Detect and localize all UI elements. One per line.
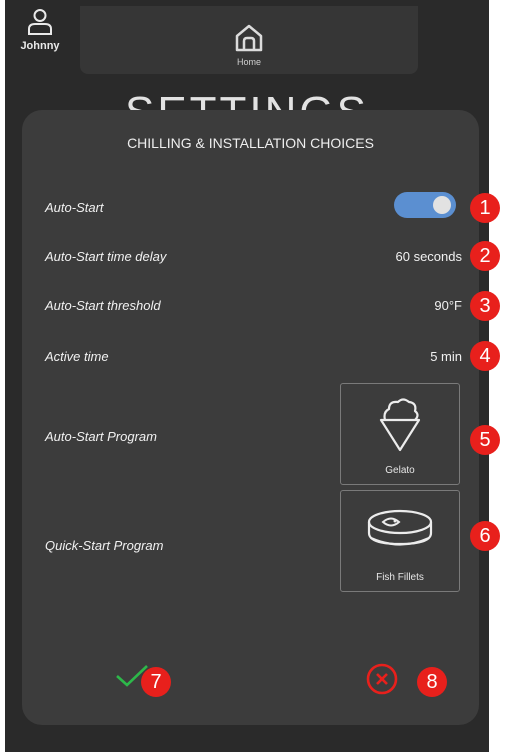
callout-badge-7: 7 (141, 667, 171, 697)
active-time-value[interactable]: 5 min (430, 349, 462, 364)
auto-start-program-label: Auto-Start Program (45, 429, 157, 444)
auto-start-delay-value[interactable]: 60 seconds (396, 249, 463, 264)
auto-start-threshold-label: Auto-Start threshold (45, 298, 161, 313)
auto-start-program-card[interactable]: Gelato (340, 383, 460, 485)
home-tab[interactable]: Home (80, 6, 418, 74)
settings-dialog: CHILLING & INSTALLATION CHOICES Auto-Sta… (22, 110, 479, 725)
callout-badge-1: 1 (470, 193, 500, 223)
auto-start-toggle[interactable] (394, 192, 456, 218)
ice-cream-cone-icon (379, 398, 421, 452)
home-tab-label: Home (236, 57, 261, 67)
home-icon (235, 24, 263, 52)
quick-start-program-name: Fish Fillets (376, 572, 424, 583)
app-screen: Johnny Home SETTINGS CHILLING & INSTALLA… (5, 0, 489, 752)
close-circle-icon (366, 663, 398, 695)
user-icon (28, 9, 52, 35)
callout-badge-2: 2 (470, 241, 500, 271)
dialog-title: CHILLING & INSTALLATION CHOICES (127, 135, 374, 151)
auto-start-delay-label: Auto-Start time delay (45, 249, 167, 264)
toggle-knob (433, 196, 451, 214)
quick-start-program-card[interactable]: Fish Fillets (340, 490, 460, 592)
callout-badge-4: 4 (470, 341, 500, 371)
callout-badge-6: 6 (470, 521, 500, 551)
auto-start-label: Auto-Start (45, 200, 104, 215)
callout-badge-3: 3 (470, 291, 500, 321)
cancel-button[interactable] (366, 663, 398, 700)
callout-badge-8: 8 (417, 667, 447, 697)
auto-start-program-name: Gelato (385, 465, 415, 476)
fish-fillet-icon (367, 509, 433, 546)
callout-badge-5: 5 (470, 425, 500, 455)
user-name: Johnny (20, 40, 60, 52)
auto-start-threshold-value[interactable]: 90°F (434, 298, 462, 313)
quick-start-program-label: Quick-Start Program (45, 538, 164, 553)
active-time-label: Active time (45, 349, 109, 364)
user-profile[interactable]: Johnny (15, 8, 65, 52)
